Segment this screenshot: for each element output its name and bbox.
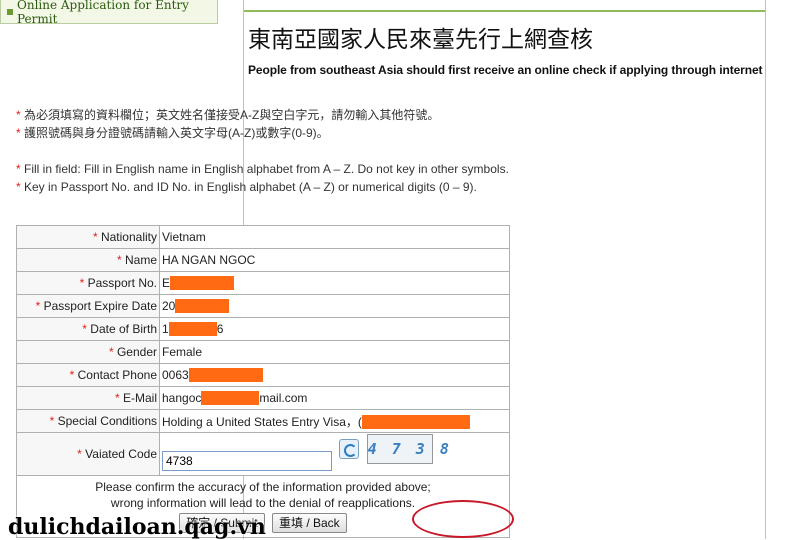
note-zh-1: * 為必須填寫的資料欄位；英文姓名僅接受A-Z與空白字元，請勿輸入其他符號。 — [16, 106, 512, 124]
form-row-email: * E-Mail hangoc mail.com — [16, 386, 510, 410]
passport-expire-value: 20 — [159, 294, 510, 318]
watermark: dulichdailoan.qag.vn — [8, 514, 266, 540]
code-label: * Vaiated Code — [16, 432, 160, 476]
note-en-2: * Key in Passport No. and ID No. in Engl… — [16, 178, 512, 196]
instructions: * 為必須填寫的資料欄位；英文姓名僅接受A-Z與空白字元，請勿輸入其他符號。 *… — [16, 106, 512, 196]
sidebar-item-label: Online Application for Entry Permit — [17, 0, 189, 26]
form-row-nationality: * Nationality Vietnam — [16, 225, 510, 249]
bullet-icon — [7, 8, 13, 15]
name-value: HA NGAN NGOC — [159, 248, 510, 272]
form-row-special: * Special Conditions Holding a United St… — [16, 409, 510, 433]
verification-code-input[interactable] — [162, 451, 332, 471]
form-row-dob: * Date of Birth 16 — [16, 317, 510, 341]
gender-value: Female — [159, 340, 510, 364]
name-label: * Name — [16, 248, 160, 272]
panel-top-border — [244, 0, 765, 12]
refresh-icon[interactable] — [339, 439, 360, 459]
redaction-block — [168, 322, 217, 337]
gender-label: * Gender — [16, 340, 160, 364]
dob-label: * Date of Birth — [16, 317, 160, 341]
email-value: hangoc mail.com — [159, 386, 510, 410]
redaction-block — [175, 299, 230, 314]
dob-value: 16 — [159, 317, 510, 341]
special-label: * Special Conditions — [16, 409, 160, 433]
page-title: 東南亞國家人民來臺先行上網查核 — [248, 27, 593, 53]
email-label: * E-Mail — [16, 386, 160, 410]
redaction-block — [188, 368, 263, 383]
page-subtitle: People from southeast Asia should first … — [248, 63, 763, 77]
annotation-circle — [412, 500, 514, 538]
passport-no-label: * Passport No. — [16, 271, 160, 295]
form-row-passport-expire: * Passport Expire Date 20 — [16, 294, 510, 318]
form-row-name: * Name HA NGAN NGOC — [16, 248, 510, 272]
confirm-text-1: Please confirm the accuracy of the infor… — [95, 480, 431, 494]
special-value: Holding a United States Entry Visa，( — [159, 409, 510, 433]
form-row-passport-no: * Passport No. E — [16, 271, 510, 295]
passport-expire-label: * Passport Expire Date — [16, 294, 160, 318]
note-en-2-text: Key in Passport No. and ID No. in Englis… — [20, 180, 477, 194]
form-row-gender: * Gender Female — [16, 340, 510, 364]
redaction-block — [361, 415, 470, 430]
form-row-phone: * Contact Phone 0063 — [16, 363, 510, 387]
phone-label: * Contact Phone — [16, 363, 160, 387]
code-cell: 4 7 3 8 — [159, 432, 510, 476]
phone-value: 0063 — [159, 363, 510, 387]
note-zh-1-text: 為必須填寫的資料欄位；英文姓名僅接受A-Z與空白字元，請勿輸入其他符號。 — [20, 108, 440, 122]
captcha-image: 4 7 3 8 — [366, 434, 449, 464]
application-form: * Nationality Vietnam * Name HA NGAN NGO… — [16, 225, 510, 538]
note-en-1-text: Fill in field: Fill in English name in E… — [20, 162, 509, 176]
nationality-value: Vietnam — [159, 225, 510, 249]
redaction-block — [201, 391, 260, 406]
note-en-1: * Fill in field: Fill in English name in… — [16, 160, 512, 178]
passport-no-value: E — [159, 271, 510, 295]
note-zh-2: * 護照號碼與身分證號碼請輸入英文字母(A-Z)或數字(0-9)。 — [16, 124, 512, 142]
redaction-block — [170, 276, 235, 291]
sidebar-item-entry-permit[interactable]: Online Application for Entry Permit — [0, 0, 218, 26]
form-row-code: * Vaiated Code 4 7 3 8 — [16, 432, 510, 476]
note-zh-2-text: 護照號碼與身分證號碼請輸入英文字母(A-Z)或數字(0-9)。 — [20, 126, 329, 140]
nationality-label: * Nationality — [16, 225, 160, 249]
back-button[interactable]: 重填 / Back — [272, 513, 347, 533]
